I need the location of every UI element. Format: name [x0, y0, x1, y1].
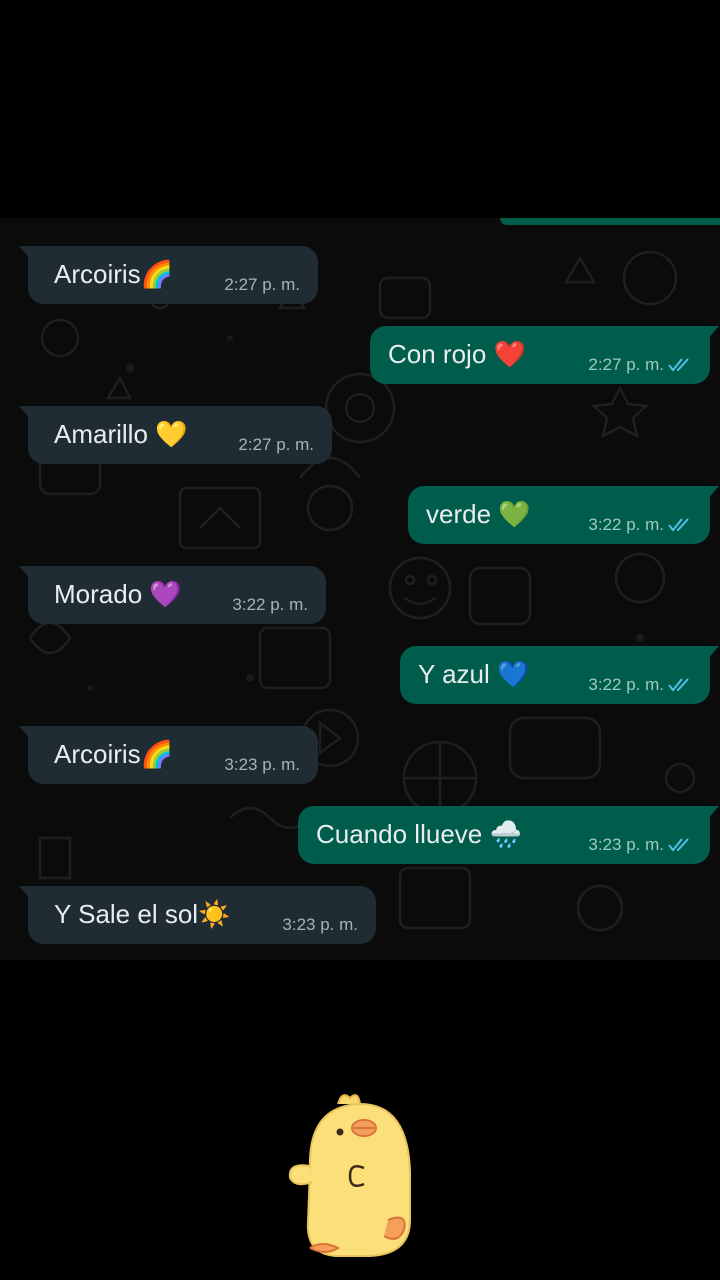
- message-text: Arcoiris🌈: [54, 259, 174, 290]
- sun-emoji: ☀️: [198, 900, 231, 930]
- message-text: Cuando llueve 🌧️: [316, 819, 522, 850]
- message-text: Con rojo ❤️: [388, 339, 526, 370]
- message-time: 3:22 p. m.: [588, 515, 692, 535]
- message-time: 3:22 p. m.: [232, 595, 308, 614]
- message-time: 2:27 p. m.: [224, 275, 300, 294]
- previous-message-edge: [500, 218, 720, 225]
- double-check-icon: [668, 838, 689, 852]
- message-bubble-outgoing[interactable]: Y azul 💙 3:22 p. m.: [400, 646, 719, 704]
- message-time: 3:23 p. m.: [224, 755, 300, 774]
- message-time: 3:22 p. m.: [588, 675, 692, 695]
- double-check-icon: [668, 678, 689, 692]
- message-bubble-incoming[interactable]: Morado 💜 3:22 p. m.: [19, 566, 326, 624]
- message-text: Y Sale el sol☀️: [54, 899, 231, 930]
- message-text: Arcoiris🌈: [54, 739, 174, 770]
- message-text: Morado 💜: [54, 579, 182, 610]
- double-check-icon: [668, 358, 689, 372]
- message-text: Amarillo 💛: [54, 419, 188, 450]
- message-time: 3:23 p. m.: [588, 835, 692, 855]
- message-bubble-outgoing[interactable]: Con rojo ❤️ 2:27 p. m.: [370, 326, 719, 384]
- yellow-chick-sticker: [288, 1094, 411, 1257]
- message-bubble-incoming[interactable]: Amarillo 💛 2:27 p. m.: [19, 406, 332, 464]
- double-check-icon: [668, 518, 689, 532]
- rainbow-emoji: 🌈: [140, 740, 174, 770]
- message-bubble-outgoing[interactable]: Cuando llueve 🌧️ 3:23 p. m.: [298, 806, 719, 864]
- message-time: 3:23 p. m.: [282, 915, 358, 934]
- yellow-heart-emoji: 💛: [155, 420, 188, 450]
- chat-area: Arcoiris🌈 2:27 p. m. Con rojo ❤️ 2:27 p.…: [0, 218, 720, 960]
- purple-heart-emoji: 💜: [149, 580, 182, 610]
- message-text: Y azul 💙: [418, 659, 530, 690]
- message-bubble-incoming[interactable]: Arcoiris🌈 3:23 p. m.: [19, 726, 318, 784]
- blue-heart-emoji: 💙: [497, 660, 530, 690]
- message-time: 2:27 p. m.: [588, 355, 692, 375]
- red-heart-emoji: ❤️: [493, 340, 526, 370]
- rain-cloud-emoji: 🌧️: [489, 820, 522, 850]
- message-text: verde 💚: [426, 499, 531, 530]
- message-bubble-incoming[interactable]: Arcoiris🌈 2:27 p. m.: [19, 246, 318, 304]
- message-bubble-outgoing[interactable]: verde 💚 3:22 p. m.: [408, 486, 719, 544]
- message-bubble-incoming[interactable]: Y Sale el sol☀️ 3:23 p. m.: [19, 886, 376, 944]
- green-heart-emoji: 💚: [498, 500, 531, 530]
- rainbow-emoji: 🌈: [140, 260, 174, 290]
- message-time: 2:27 p. m.: [238, 435, 314, 454]
